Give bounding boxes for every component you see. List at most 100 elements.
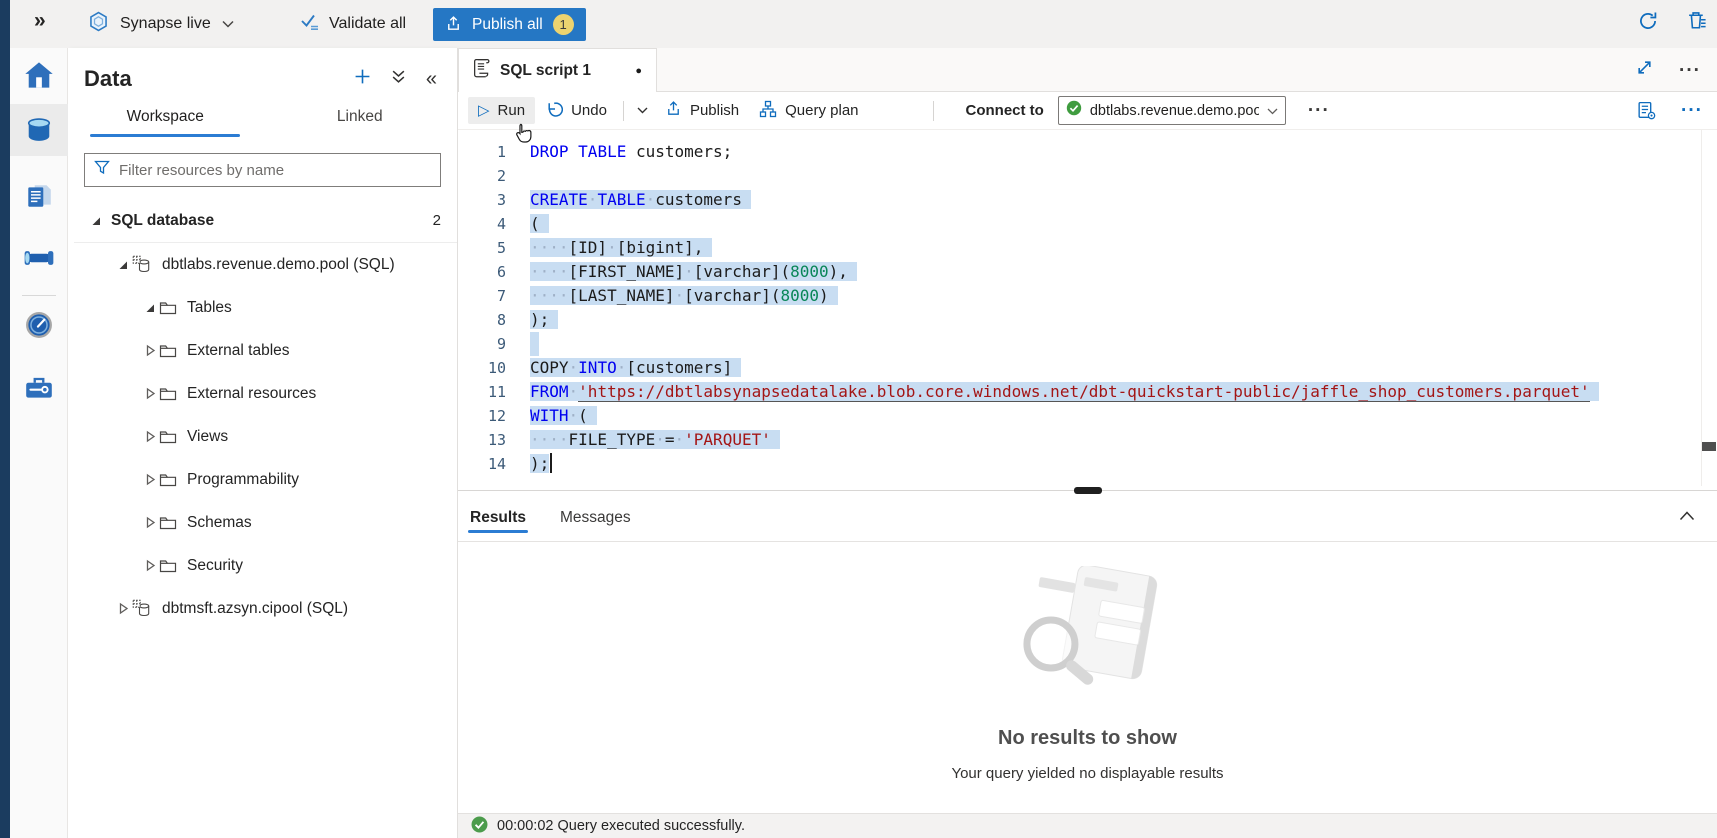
expanded-marker-icon[interactable] [117,259,132,271]
collapsed-marker-icon[interactable] [144,559,159,572]
undo-button[interactable]: Undo [535,95,617,127]
results-tab-bar: Results Messages [458,494,1717,542]
nav-monitor-icon[interactable] [10,299,68,351]
editor-scrollbar[interactable] [1701,130,1717,486]
line-number: 7 [458,284,506,308]
panel-tab-workspace[interactable]: Workspace [68,108,263,137]
left-nav-rail [10,48,68,838]
panel-tab-bar: WorkspaceLinked [68,108,457,137]
tree-item-dbtlabs-revenue-demo-pool-sql[interactable]: dbtlabs.revenue.demo.pool (SQL) [68,243,457,286]
empty-results-title: No results to show [951,727,1223,750]
nav-manage-icon[interactable] [10,361,68,413]
collapsed-marker-icon[interactable] [144,430,159,443]
line-number: 5 [458,236,506,260]
view-properties-icon[interactable] [1632,96,1661,125]
run-options-chevron-icon[interactable] [630,102,655,119]
double-chevron-down-icon[interactable] [391,69,406,89]
tree-item-security[interactable]: Security [68,544,457,587]
environment-label: Synapse live [120,15,211,33]
expand-editor-icon[interactable] [1636,59,1653,81]
line-number: 13 [458,428,506,452]
folder-icon [159,386,177,401]
nav-data-icon[interactable] [10,104,68,156]
filter-resources-input[interactable] [119,162,431,179]
sql-code-editor[interactable]: 1DROP TABLE customers;23CREATE·TABLE·cus… [458,130,1717,486]
tree-item-programmability[interactable]: Programmability [68,458,457,501]
code-line-10: 10COPY·INTO·[customers] [458,356,1717,380]
tree-item-external-resources[interactable]: External resources [68,372,457,415]
panel-title: Data [84,66,132,92]
selection-highlight: COPY·INTO·[customers] [530,358,741,377]
nav-home-icon[interactable] [10,49,68,101]
collapse-results-chevron-icon[interactable] [1679,508,1695,526]
collapsed-marker-icon[interactable] [144,387,159,400]
expanded-marker-icon[interactable] [90,215,105,227]
expanded-marker-icon[interactable] [144,302,159,314]
connect-more-actions-icon[interactable]: ··· [1308,101,1330,120]
tree-item-tables[interactable]: Tables [68,286,457,329]
expand-nav-icon[interactable]: » [34,9,46,33]
synapse-studio-window: » Synapse live Validate all Publish all … [0,0,1717,838]
code-line-14: 14); [458,452,1717,476]
filter-funnel-icon [94,160,110,180]
tree-item-external-tables[interactable]: External tables [68,329,457,372]
publish-button[interactable]: Publish [655,95,749,126]
tree-item-label: Programmability [187,471,299,489]
nav-integrate-icon[interactable] [10,232,68,284]
tree-item-sql-database[interactable]: SQL database2 [68,199,457,242]
code-line-4: 4( [458,212,1717,236]
collapsed-marker-icon[interactable] [117,602,132,615]
tree-item-schemas[interactable]: Schemas [68,501,457,544]
query-status-bar: 00:00:02 Query executed successfully. [458,813,1717,838]
run-play-icon: ▷ [478,103,490,118]
results-panel: No results to show Your query yielded no… [458,542,1717,813]
collapsed-marker-icon[interactable] [144,344,159,357]
tab-sql-script-1[interactable]: SQL script 1 ● [458,48,657,92]
code-line-11: 11 FROM·'https://dbtlabsynapsedatalake.bl… [458,380,1717,404]
nav-develop-icon[interactable] [10,170,68,222]
tree-item-label: dbtlabs.revenue.demo.pool (SQL) [162,256,395,274]
code-line-5: 5····[ID]·[bigint], [458,236,1717,260]
collapse-panel-icon[interactable]: « [426,69,437,89]
publish-all-button[interactable]: Publish all 1 [433,8,586,41]
results-tab-messages[interactable]: Messages [560,494,631,541]
selection-highlight [530,332,539,356]
selection-highlight: FROM·'https://dbtlabsynapsedatalake.blob… [530,382,1599,401]
code-line-9: 9 [458,332,1717,356]
add-resource-icon[interactable] [354,68,371,90]
query-plan-button[interactable]: Query plan [749,95,868,127]
selection-highlight: ····FILE_TYPE·=·'PARQUET' [530,430,780,449]
environment-selector[interactable]: Synapse live [88,0,234,48]
line-number: 11 [458,380,506,404]
selection-highlight: ( [530,214,549,233]
collapsed-marker-icon[interactable] [144,516,159,529]
line-number: 6 [458,260,506,284]
tree-item-label: External tables [187,342,290,360]
results-tab-results[interactable]: Results [470,494,526,541]
selection-highlight: ····[LAST_NAME]·[varchar](8000) [530,286,838,305]
code-line-3: 3CREATE·TABLE·customers [458,188,1717,212]
line-number: 9 [458,332,506,356]
run-button[interactable]: ▷ Run [468,97,535,124]
text-cursor [550,453,552,473]
tree-item-dbtmsft-azsyn-cipool-sql[interactable]: dbtmsft.azsyn.cipool (SQL) [68,587,457,630]
code-line-6: 6····[FIRST_NAME]·[varchar](8000), [458,260,1717,284]
validate-all-button[interactable]: Validate all [300,0,406,48]
resource-tree: SQL database2 dbtlabs.revenue.demo.pool (… [68,199,457,630]
tree-item-count: 2 [433,212,441,229]
tab-more-actions-icon[interactable]: ··· [1679,61,1701,80]
tree-item-label: External resources [187,385,316,403]
collapsed-marker-icon[interactable] [144,473,159,486]
toolbar-more-actions-icon[interactable]: ··· [1681,101,1703,120]
tree-item-views[interactable]: Views [68,415,457,458]
publish-all-label: Publish all [472,16,543,34]
splitter-drag-handle[interactable] [1074,487,1102,494]
code-line-1: 1DROP TABLE customers; [458,140,1717,164]
selection-highlight: CREATE·TABLE·customers [530,190,751,209]
refresh-icon[interactable] [1636,9,1660,38]
panel-tab-linked[interactable]: Linked [263,108,458,137]
overview-ruler-cursor-mark [1702,442,1716,451]
empty-results-subtitle: Your query yielded no displayable result… [951,765,1223,782]
pool-selector-dropdown[interactable]: dbtlabs.revenue.demo.pool [1058,96,1286,125]
discard-trash-icon[interactable] [1684,9,1709,39]
